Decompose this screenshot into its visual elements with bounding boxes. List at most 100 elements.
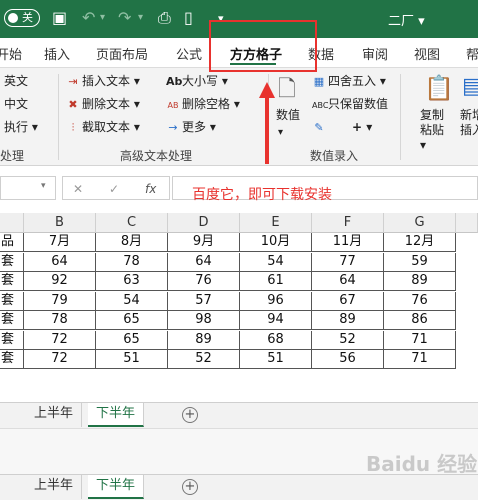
- chinese-button[interactable]: 中文: [4, 97, 28, 111]
- remove-space-button[interactable]: 删除空格 ▾: [182, 97, 240, 111]
- print-preview-icon[interactable]: ⎙: [158, 10, 171, 26]
- row-label-cell[interactable]: 套: [0, 311, 24, 330]
- data-cell[interactable]: 63: [96, 272, 168, 291]
- column-header-E[interactable]: E: [240, 213, 312, 233]
- new-document-icon[interactable]: ▯: [184, 10, 193, 26]
- insert-function-icon[interactable]: fx: [145, 182, 156, 196]
- tab-formulas[interactable]: 公式: [176, 44, 202, 63]
- spreadsheet-grid[interactable]: B C D E F G 品 7月 8月 9月 10月 11月 12月套 64 78 64 54 77 59 套 92 63…: [0, 213, 478, 390]
- tab-help[interactable]: 帮: [466, 44, 478, 63]
- name-box[interactable]: ▾: [0, 176, 56, 200]
- data-cell[interactable]: 59: [384, 252, 456, 272]
- sheet-tab-second-half-2[interactable]: 下半年: [88, 475, 145, 499]
- row-label-cell[interactable]: 品: [0, 233, 24, 252]
- execute-button[interactable]: 执行 ▾: [4, 120, 38, 134]
- data-cell[interactable]: 52: [312, 330, 384, 350]
- data-cell[interactable]: 71: [384, 350, 456, 369]
- month-header-cell[interactable]: 7月: [24, 233, 96, 252]
- insert-text-button[interactable]: 插入文本 ▾: [82, 74, 140, 88]
- round-button[interactable]: 四舍五入 ▾: [328, 74, 386, 88]
- data-cell[interactable]: 72: [24, 330, 96, 350]
- english-button[interactable]: 英文: [4, 74, 28, 88]
- column-header-h[interactable]: [456, 213, 478, 233]
- tab-home[interactable]: 开始: [0, 44, 22, 63]
- data-cell[interactable]: 96: [240, 291, 312, 311]
- data-cell[interactable]: 56: [312, 350, 384, 369]
- tab-insert[interactable]: 插入: [44, 44, 70, 63]
- data-cell[interactable]: 52: [168, 350, 240, 369]
- save-icon[interactable]: ▣: [52, 10, 67, 26]
- data-cell[interactable]: 89: [384, 272, 456, 291]
- month-header-cell[interactable]: 12月: [384, 233, 456, 252]
- data-cell[interactable]: 72: [24, 350, 96, 369]
- redo-dropdown-icon[interactable]: ▾: [138, 10, 143, 26]
- data-cell[interactable]: 78: [24, 311, 96, 330]
- cancel-icon[interactable]: ✕: [73, 182, 83, 196]
- data-cell[interactable]: 51: [240, 350, 312, 369]
- month-header-cell[interactable]: 10月: [240, 233, 312, 252]
- data-cell[interactable]: 51: [96, 350, 168, 369]
- data-cell[interactable]: 61: [240, 272, 312, 291]
- delete-text-button[interactable]: 删除文本 ▾: [82, 97, 140, 111]
- data-cell[interactable]: 76: [384, 291, 456, 311]
- edit-icon[interactable]: ✎: [312, 121, 326, 135]
- autosave-toggle[interactable]: 关: [4, 9, 40, 27]
- data-cell[interactable]: 86: [384, 311, 456, 330]
- row-header-corner[interactable]: [0, 213, 24, 233]
- data-cell[interactable]: 57: [168, 291, 240, 311]
- data-cell[interactable]: 65: [96, 311, 168, 330]
- keep-numeric-button[interactable]: 只保留数值: [328, 97, 388, 111]
- data-cell[interactable]: 65: [96, 330, 168, 350]
- row-label-cell[interactable]: 套: [0, 330, 24, 350]
- sheet-tab-first-half-2[interactable]: 上半年: [26, 475, 83, 499]
- data-cell[interactable]: 89: [312, 311, 384, 330]
- column-header-C[interactable]: C: [96, 213, 168, 233]
- data-cell[interactable]: 79: [24, 291, 96, 311]
- enter-icon[interactable]: ✓: [109, 182, 119, 196]
- data-cell[interactable]: 54: [96, 291, 168, 311]
- column-header-D[interactable]: D: [168, 213, 240, 233]
- month-header-cell[interactable]: 9月: [168, 233, 240, 252]
- column-header-F[interactable]: F: [312, 213, 384, 233]
- undo-icon[interactable]: ↶: [82, 10, 95, 26]
- data-cell[interactable]: 64: [168, 252, 240, 272]
- data-cell[interactable]: 77: [312, 252, 384, 272]
- undo-dropdown-icon[interactable]: ▾: [100, 10, 105, 26]
- sheet-tab-first-half[interactable]: 上半年: [26, 403, 83, 427]
- tab-review[interactable]: 审阅: [362, 44, 388, 63]
- row-label-cell[interactable]: 套: [0, 252, 24, 272]
- data-cell[interactable]: 64: [24, 252, 96, 272]
- numeric-dropdown-icon[interactable]: ▾: [278, 126, 283, 140]
- data-cell[interactable]: 78: [96, 252, 168, 272]
- sheet-tab-second-half[interactable]: 下半年: [88, 403, 145, 427]
- new-insert-button[interactable]: 新增插入: [460, 108, 478, 138]
- data-cell[interactable]: 92: [24, 272, 96, 291]
- data-cell[interactable]: 76: [168, 272, 240, 291]
- data-cell[interactable]: 67: [312, 291, 384, 311]
- add-sheet-icon[interactable]: +: [182, 407, 198, 423]
- data-cell[interactable]: 89: [168, 330, 240, 350]
- column-header-G[interactable]: G: [384, 213, 456, 233]
- name-box-dropdown-icon[interactable]: ▾: [41, 181, 46, 191]
- case-button[interactable]: 大小写 ▾: [182, 74, 228, 88]
- plus-button[interactable]: + ▾: [352, 120, 372, 134]
- data-cell[interactable]: 64: [312, 272, 384, 291]
- column-header-B[interactable]: B: [24, 213, 96, 233]
- more-button[interactable]: 更多 ▾: [182, 120, 216, 134]
- data-cell[interactable]: 71: [384, 330, 456, 350]
- month-header-cell[interactable]: 11月: [312, 233, 384, 252]
- data-cell[interactable]: 54: [240, 252, 312, 272]
- tab-page-layout[interactable]: 页面布局: [96, 44, 148, 63]
- numeric-button[interactable]: 数值: [276, 108, 300, 122]
- add-sheet-icon-2[interactable]: +: [182, 479, 198, 495]
- extract-text-button[interactable]: 截取文本 ▾: [82, 120, 140, 134]
- copy-paste-button[interactable]: 复制粘贴 ▾: [420, 108, 450, 153]
- data-cell[interactable]: 98: [168, 311, 240, 330]
- data-cell[interactable]: 94: [240, 311, 312, 330]
- row-label-cell[interactable]: 套: [0, 350, 24, 369]
- tab-view[interactable]: 视图: [414, 44, 440, 63]
- row-label-cell[interactable]: 套: [0, 272, 24, 291]
- month-header-cell[interactable]: 8月: [96, 233, 168, 252]
- redo-icon[interactable]: ↷: [118, 10, 131, 26]
- row-label-cell[interactable]: 套: [0, 291, 24, 311]
